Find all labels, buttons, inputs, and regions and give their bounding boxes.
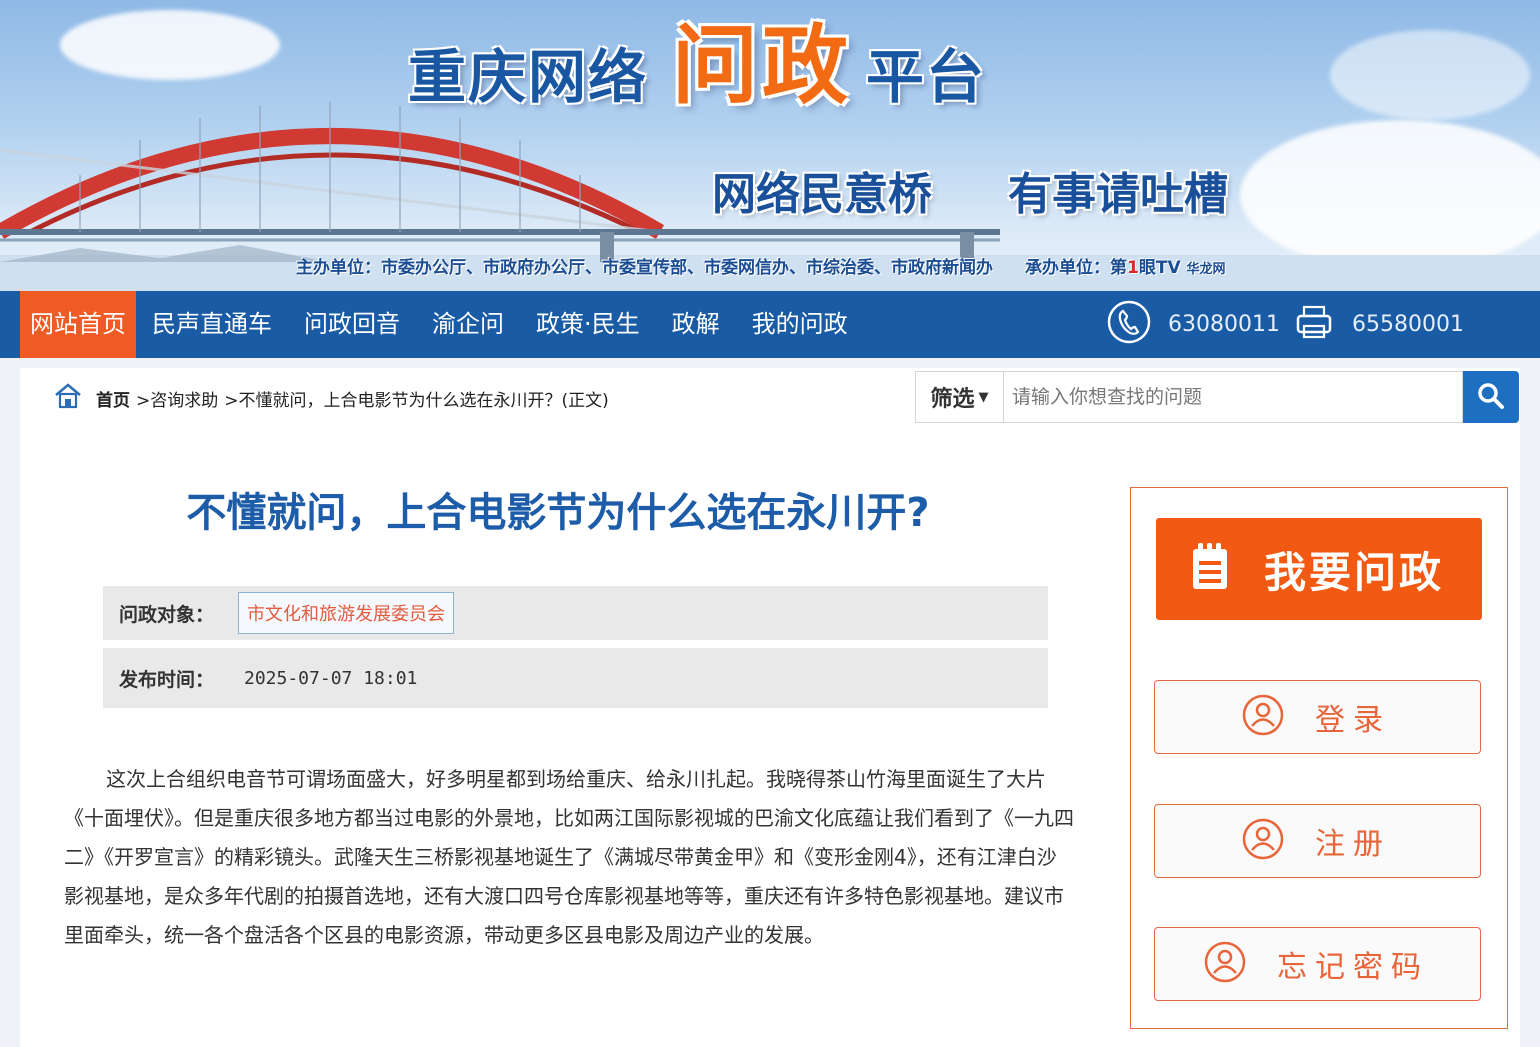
article-title: 不懂就问，上合电影节为什么选在永川开? <box>186 490 930 536</box>
filter-label: 筛选 <box>930 387 975 412</box>
fax-contact: 65580001 <box>1294 291 1464 358</box>
search-input[interactable] <box>1004 371 1463 423</box>
filter-dropdown[interactable]: 筛选 ▼ <box>915 371 1004 423</box>
organizers-text: 主办单位：市委办公厅、市政府办公厅、市委宣传部、市委网信办、市综治委、市政府新闻… <box>296 258 993 278</box>
user-icon <box>1241 817 1285 865</box>
slogan-right: 有事请吐槽 <box>1008 169 1228 220</box>
target-row: 问政对象： 市文化和旅游发展委员会 <box>103 586 1048 640</box>
phone-contact: 63080011 <box>1106 291 1280 358</box>
time-row: 发布时间： 2025-07-07 18:01 <box>103 648 1048 708</box>
nav-item-mine[interactable]: 我的问政 <box>736 291 864 358</box>
phone-icon <box>1106 299 1152 351</box>
time-label: 发布时间： <box>119 668 215 691</box>
header-banner: 重庆网络 问政 平台 网络民意桥 有事请吐槽 主办单位：市委办公厅、市政府办公厅… <box>0 0 1540 291</box>
site-logo-title: 重庆网络 问政 平台 <box>408 18 986 114</box>
logo-title-part1: 重庆网络 <box>408 43 649 111</box>
co-organizer: 承办单位：第1眼TV 华龙网 <box>1025 258 1226 278</box>
breadcrumb-home[interactable]: 首页 <box>96 386 130 411</box>
co-organizer-label: 承办单位： <box>1025 258 1110 278</box>
ask-question-button[interactable]: 我要问政 <box>1156 518 1482 620</box>
article-card: 首页 >咨询求助 >不懂就问，上合电影节为什么选在永川开？(正文) 筛选 ▼ 不… <box>20 368 1520 1047</box>
forgot-password-button[interactable]: 忘记密码 <box>1154 927 1481 1001</box>
sidebar-panel: 我要问政 登录 注册 忘记密码 <box>1130 487 1508 1029</box>
nav-item-enterprise[interactable]: 渝企问 <box>416 291 520 358</box>
caret-down-icon: ▼ <box>978 389 989 405</box>
fax-icon <box>1294 302 1334 348</box>
phone-number: 63080011 <box>1168 312 1280 337</box>
breadcrumb-current: >不懂就问，上合电影节为什么选在永川开？(正文) <box>224 390 609 411</box>
logo-title-part2: 问政 <box>672 16 853 116</box>
search-icon <box>1476 381 1506 414</box>
forgot-password-label: 忘记密码 <box>1277 950 1429 985</box>
nav-item-policy[interactable]: 政策·民生 <box>520 291 656 358</box>
document-icon <box>1190 543 1230 595</box>
main-nav: 网站首页 民声直通车 问政回音 渝企问 政策·民生 政解 我的问政 630800… <box>0 291 1540 358</box>
login-button[interactable]: 登录 <box>1154 680 1481 754</box>
breadcrumb-category[interactable]: >咨询求助 <box>136 386 218 411</box>
co-organizer-logo: 第1眼TV 华龙网 <box>1110 258 1226 278</box>
ask-question-label: 我要问政 <box>1264 547 1445 597</box>
logo-title-part3: 平台 <box>866 43 987 111</box>
organizers-line: 主办单位：市委办公厅、市政府办公厅、市委宣传部、市委网信办、市综治委、市政府新闻… <box>296 253 1226 278</box>
search-bar: 筛选 ▼ <box>915 371 1520 423</box>
home-icon <box>54 382 82 414</box>
nav-item-replies[interactable]: 问政回音 <box>288 291 416 358</box>
nav-items: 网站首页 民声直通车 问政回音 渝企问 政策·民生 政解 我的问政 <box>20 291 864 358</box>
breadcrumb: 首页 >咨询求助 >不懂就问，上合电影节为什么选在永川开？(正文) <box>54 382 609 414</box>
nav-item-home[interactable]: 网站首页 <box>20 291 136 358</box>
fax-number: 65580001 <box>1352 312 1464 337</box>
article-body: 这次上合组织电音节可谓场面盛大，好多明星都到场给重庆、给永川扎起。我晓得茶山竹海… <box>64 767 1074 947</box>
register-button[interactable]: 注册 <box>1154 804 1481 878</box>
target-department-link[interactable]: 市文化和旅游发展委员会 <box>238 592 454 634</box>
target-label: 问政对象： <box>119 603 215 626</box>
register-label: 注册 <box>1315 827 1391 862</box>
login-label: 登录 <box>1315 703 1391 738</box>
user-icon <box>1203 940 1247 988</box>
slogan-left: 网络民意桥 <box>712 169 932 220</box>
user-icon <box>1241 693 1285 741</box>
nav-item-interpretation[interactable]: 政解 <box>656 291 736 358</box>
search-button[interactable] <box>1463 371 1519 423</box>
publish-time: 2025-07-07 18:01 <box>244 667 418 689</box>
nav-item-voice-express[interactable]: 民声直通车 <box>136 291 288 358</box>
